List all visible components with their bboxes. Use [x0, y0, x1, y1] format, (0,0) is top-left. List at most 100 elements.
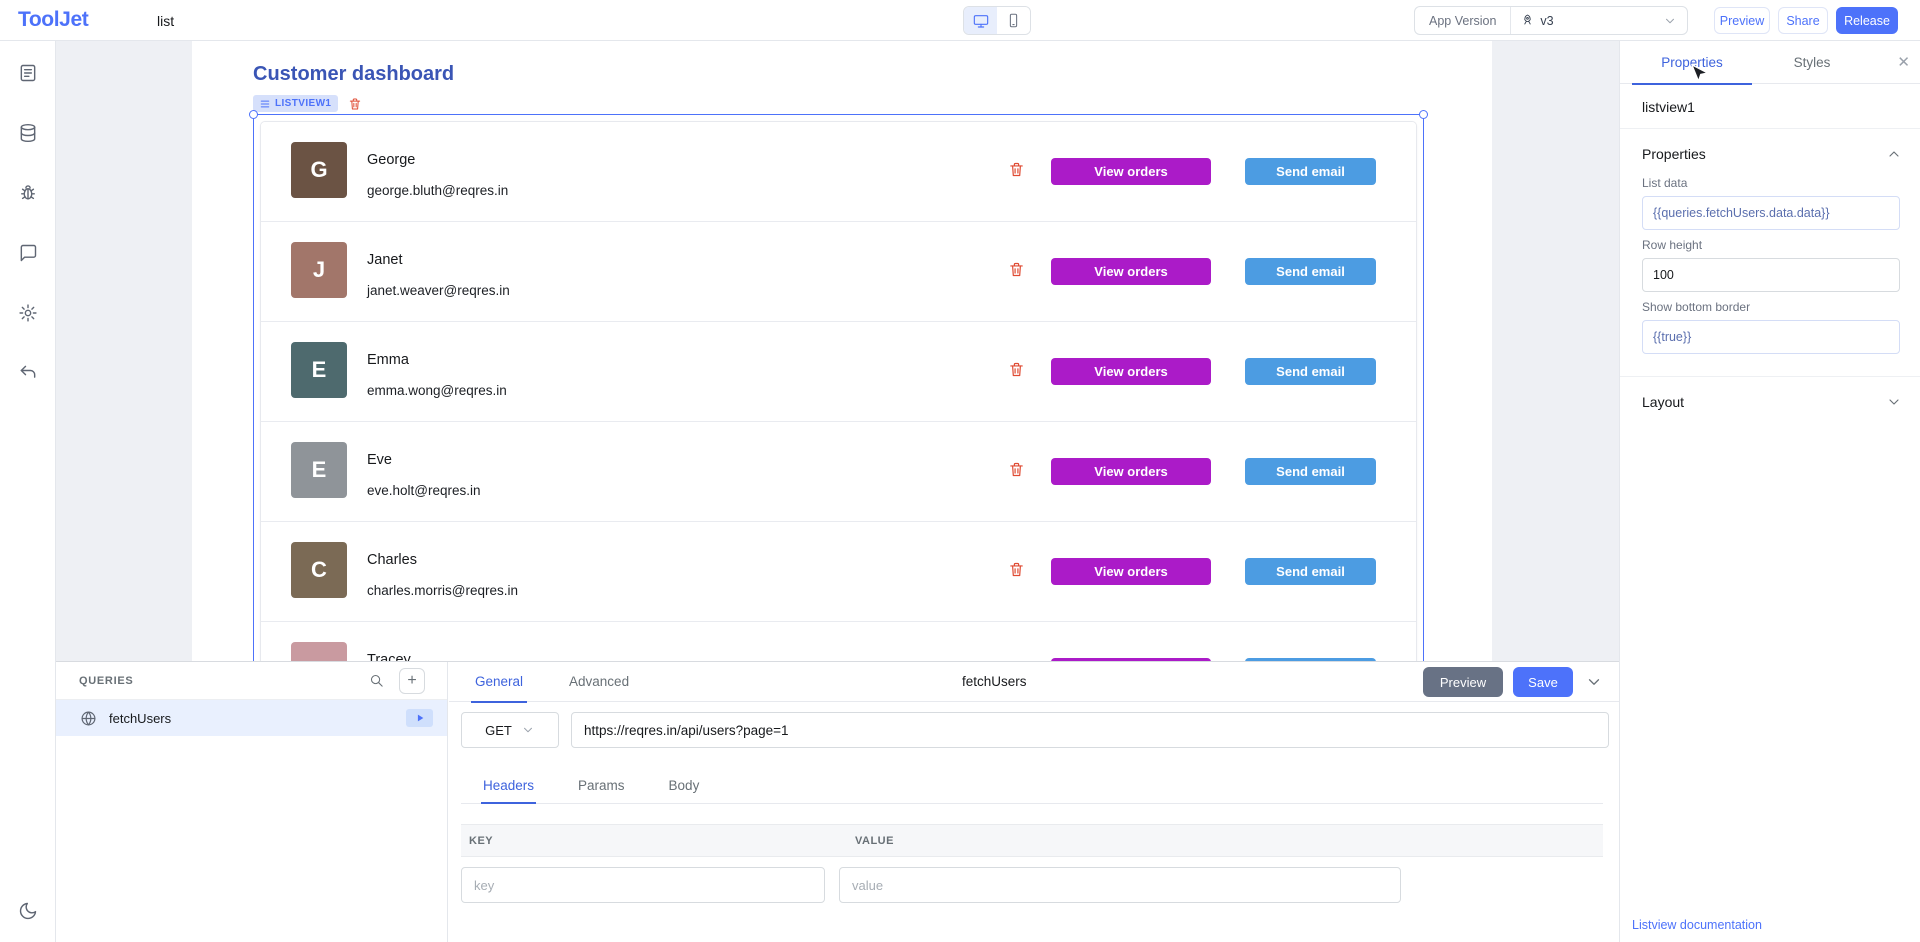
listview-widget[interactable]: G George george.bluth@reqres.in View ord… — [253, 114, 1424, 661]
header-value-input[interactable] — [839, 867, 1401, 903]
query-name: fetchUsers — [109, 711, 171, 726]
chat-icon — [18, 243, 38, 263]
debugger-button[interactable] — [11, 176, 45, 210]
chevron-down-icon — [1585, 673, 1603, 691]
list-item[interactable]: J Janet janet.weaver@reqres.in View orde… — [261, 222, 1416, 322]
delete-widget-button[interactable] — [348, 97, 362, 111]
row-height-input[interactable] — [1642, 258, 1900, 292]
avatar: E — [291, 342, 347, 398]
field-show-bottom-border: Show bottom border — [1642, 300, 1900, 354]
datasources-button[interactable] — [11, 116, 45, 150]
list-item[interactable]: G George george.bluth@reqres.in View ord… — [261, 122, 1416, 222]
resize-handle[interactable] — [249, 110, 258, 119]
list-item[interactable]: E Emma emma.wong@reqres.in View orders S… — [261, 322, 1416, 422]
page-title: Customer dashboard — [253, 63, 454, 86]
add-query-button[interactable]: + — [399, 668, 425, 694]
http-method-select[interactable]: GET — [461, 712, 559, 748]
send-email-button[interactable]: Send email — [1245, 258, 1376, 285]
dark-mode-toggle[interactable] — [11, 894, 45, 928]
customer-name: George — [367, 152, 415, 168]
http-method-value: GET — [485, 723, 512, 738]
send-email-button[interactable]: Send email — [1245, 158, 1376, 185]
avatar: J — [291, 242, 347, 298]
search-query-button[interactable] — [363, 668, 389, 694]
view-orders-button[interactable]: View orders — [1051, 258, 1211, 285]
mobile-toggle-button[interactable] — [997, 7, 1030, 34]
avatar: T — [291, 642, 347, 661]
key-column-header: KEY — [469, 835, 493, 847]
preview-button[interactable]: Preview — [1714, 7, 1770, 34]
app-version-control[interactable]: App Version v3 — [1414, 6, 1688, 35]
tab-styles[interactable]: Styles — [1752, 41, 1872, 84]
collapse-panel-button[interactable] — [1583, 671, 1605, 693]
pages-button[interactable] — [11, 56, 45, 90]
query-save-button[interactable]: Save — [1513, 667, 1573, 697]
tooljet-logo[interactable]: ToolJet — [18, 8, 88, 32]
release-button[interactable]: Release — [1836, 7, 1898, 34]
resize-handle[interactable] — [1419, 110, 1428, 119]
share-button[interactable]: Share — [1778, 7, 1828, 34]
selected-widget-name: listview1 — [1620, 84, 1920, 129]
request-url-input[interactable] — [571, 712, 1609, 748]
properties-fields: List data Row height Show bottom border — [1620, 176, 1920, 354]
query-list-item[interactable]: fetchUsers — [56, 700, 447, 736]
tab-properties[interactable]: Properties — [1632, 41, 1752, 84]
send-email-button[interactable]: Send email — [1245, 558, 1376, 585]
comments-button[interactable] — [11, 236, 45, 270]
list-item[interactable]: T Tracey View orders Send email — [261, 622, 1416, 661]
trash-icon — [1008, 261, 1025, 278]
settings-button[interactable] — [11, 296, 45, 330]
query-panel: QUERIES + fetchUsers General Adva — [56, 661, 1619, 942]
tab-headers[interactable]: Headers — [481, 768, 536, 803]
listview-documentation-link[interactable]: Listview documentation — [1632, 918, 1762, 932]
view-orders-button[interactable]: View orders — [1051, 158, 1211, 185]
undo-button[interactable] — [11, 356, 45, 390]
trash-icon — [348, 97, 362, 111]
view-orders-button[interactable]: View orders — [1051, 458, 1211, 485]
top-navbar: ToolJet list App Version v3 Preview Shar… — [0, 0, 1920, 41]
desktop-toggle-button[interactable] — [964, 7, 997, 34]
send-email-button[interactable]: Send email — [1245, 458, 1376, 485]
delete-row-button[interactable] — [1008, 361, 1025, 378]
moon-icon — [18, 901, 38, 921]
chevron-down-icon — [521, 723, 535, 737]
properties-section-header[interactable]: Properties — [1620, 129, 1920, 168]
chevron-down-icon — [1663, 14, 1677, 28]
pages-icon — [18, 63, 38, 83]
tab-body[interactable]: Body — [667, 768, 702, 803]
delete-row-button[interactable] — [1008, 461, 1025, 478]
tab-advanced[interactable]: Advanced — [565, 662, 633, 702]
send-email-button[interactable]: Send email — [1245, 358, 1376, 385]
widget-name-badge[interactable]: LISTVIEW1 — [253, 95, 338, 112]
show-bottom-border-input[interactable] — [1642, 320, 1900, 354]
app-canvas[interactable]: Customer dashboard LISTVIEW1 G George — [192, 41, 1492, 661]
delete-row-button[interactable] — [1008, 561, 1025, 578]
request-tabs: Headers Params Body — [461, 768, 1603, 804]
view-orders-button[interactable]: View orders — [1051, 358, 1211, 385]
field-label: Row height — [1642, 238, 1900, 252]
close-inspector-button[interactable]: ✕ — [1897, 53, 1910, 71]
delete-row-button[interactable] — [1008, 161, 1025, 178]
query-preview-button[interactable]: Preview — [1423, 667, 1503, 697]
inspector-tabs: Properties Styles ✕ — [1620, 41, 1920, 84]
header-key-input[interactable] — [461, 867, 825, 903]
canvas-area: Customer dashboard LISTVIEW1 G George — [56, 41, 1619, 661]
tab-general[interactable]: General — [471, 662, 527, 702]
listview-container: G George george.bluth@reqres.in View ord… — [260, 121, 1417, 661]
list-item[interactable]: E Eve eve.holt@reqres.in View orders Sen… — [261, 422, 1416, 522]
delete-row-button[interactable] — [1008, 261, 1025, 278]
list-data-input[interactable] — [1642, 196, 1900, 230]
avatar: E — [291, 442, 347, 498]
list-item[interactable]: C Charles charles.morris@reqres.in View … — [261, 522, 1416, 622]
kv-table-header: KEY VALUE — [461, 824, 1603, 857]
layout-section-header[interactable]: Layout — [1620, 377, 1920, 416]
gear-icon — [18, 303, 38, 323]
view-orders-button[interactable]: View orders — [1051, 558, 1211, 585]
tab-params[interactable]: Params — [576, 768, 627, 803]
app-name[interactable]: list — [157, 13, 174, 29]
trash-icon — [1008, 361, 1025, 378]
avatar: G — [291, 142, 347, 198]
run-query-button[interactable] — [406, 709, 433, 727]
trash-icon — [1008, 161, 1025, 178]
field-label: Show bottom border — [1642, 300, 1900, 314]
